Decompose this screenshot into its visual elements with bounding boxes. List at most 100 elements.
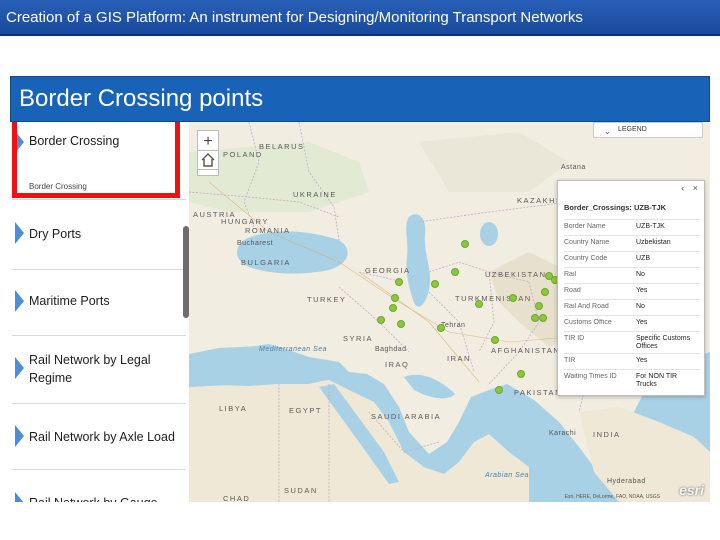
popup-row: TIR ID Specific Customs Offices bbox=[564, 331, 700, 353]
map-label-astana: Astana bbox=[561, 164, 586, 171]
map-label-hungary: HUNGARY bbox=[221, 217, 269, 226]
popup-value: Yes bbox=[636, 319, 648, 326]
layer-label: Rail Network by Axle Load bbox=[29, 430, 175, 444]
popup-row: Border Name UZB-TJK bbox=[564, 219, 700, 235]
popup-key: Rail bbox=[564, 271, 577, 278]
border-crossing-point[interactable] bbox=[509, 294, 517, 302]
popup-row: TIR Yes bbox=[564, 353, 700, 369]
map-label-turkmenistan: TURKMENISTAN bbox=[455, 294, 532, 303]
feature-popup: ‹ × Border_Crossings: UZB-TJK Border Nam… bbox=[557, 180, 705, 396]
chevron-down-icon: ⌄ bbox=[604, 127, 611, 136]
border-crossing-point[interactable] bbox=[391, 294, 399, 302]
border-crossing-point[interactable] bbox=[541, 288, 549, 296]
border-crossing-point[interactable] bbox=[495, 386, 503, 394]
border-crossing-point[interactable] bbox=[397, 320, 405, 328]
layer-item-dry-ports[interactable]: Dry Ports bbox=[12, 200, 186, 270]
border-crossing-point[interactable] bbox=[395, 278, 403, 286]
popup-row: Country Name Uzbekistan bbox=[564, 235, 700, 251]
map-label-uzbekistan: UZBEKISTAN bbox=[485, 270, 547, 279]
popup-value: Yes bbox=[636, 287, 648, 294]
map-label-iraq: IRAQ bbox=[385, 360, 410, 369]
map-label-karachi: Karachi bbox=[549, 430, 577, 437]
map-label-bulgaria: BULGARIA bbox=[241, 258, 291, 267]
map-attribution: Esri, HERE, DeLorme, FAO, NOAA, USGS bbox=[564, 494, 660, 500]
layer-sublabel: Border Crossing bbox=[29, 182, 87, 191]
border-crossing-point[interactable] bbox=[451, 268, 459, 276]
map-label-georgia: GEORGIA bbox=[365, 266, 411, 275]
layer-label: Border Crossing bbox=[29, 134, 120, 148]
legend-label: LEGEND bbox=[618, 126, 647, 133]
border-crossing-point[interactable] bbox=[377, 316, 385, 324]
border-crossing-point[interactable] bbox=[517, 370, 525, 378]
map-view[interactable]: BELARUS POLAND UKRAINE AUSTRIA HUNGARY R… bbox=[189, 122, 710, 502]
map-label-syria: SYRIA bbox=[343, 334, 374, 343]
map-label-hyderabad: Hyderabad bbox=[607, 478, 646, 485]
layer-label: Rail Network by Legal Regime bbox=[29, 353, 151, 385]
map-label-baghdad: Baghdad bbox=[375, 346, 407, 353]
border-crossing-point[interactable] bbox=[539, 314, 547, 322]
map-label-egypt: EGYPT bbox=[289, 406, 322, 415]
border-crossing-point[interactable] bbox=[475, 300, 483, 308]
popup-row: Road Yes bbox=[564, 283, 700, 299]
map-label-poland: POLAND bbox=[223, 150, 263, 159]
map-label-romania: ROMANIA bbox=[245, 226, 291, 235]
popup-row: Rail And Road No bbox=[564, 299, 700, 315]
border-crossing-point[interactable] bbox=[431, 280, 439, 288]
layer-item-rail-legal-regime[interactable]: Rail Network by Legal Regime bbox=[12, 336, 186, 404]
popup-row: Customs Office Yes bbox=[564, 315, 700, 331]
popup-key: TIR ID bbox=[564, 335, 585, 342]
map-label-saudi-arabia: SAUDI ARABIA bbox=[371, 412, 442, 421]
map-label-arabian-sea: Arabian Sea bbox=[485, 472, 530, 479]
popup-row: Country Code UZB bbox=[564, 251, 700, 267]
popup-title: Border_Crossings: UZB-TJK bbox=[564, 203, 667, 212]
expand-arrow-icon bbox=[15, 131, 24, 153]
section-heading: Border Crossing points bbox=[10, 76, 710, 122]
border-crossing-point[interactable] bbox=[461, 240, 469, 248]
layer-label: Dry Ports bbox=[29, 227, 82, 241]
map-label-libya: LIBYA bbox=[219, 404, 248, 413]
popup-value: For NON TIR Trucks bbox=[636, 373, 678, 388]
popup-value: No bbox=[636, 303, 645, 310]
popup-key: Border Name bbox=[564, 223, 606, 230]
popup-key: TIR bbox=[564, 357, 576, 364]
popup-attribute-table: Border Name UZB-TJK Country Name Uzbekista… bbox=[564, 219, 700, 389]
map-label-ukraine: UKRAINE bbox=[293, 190, 337, 199]
map-label-bucharest: Bucharest bbox=[237, 240, 274, 247]
expand-arrow-icon bbox=[15, 222, 24, 244]
border-crossing-point[interactable] bbox=[535, 302, 543, 310]
layer-item-rail-gauge[interactable]: Rail Network by Gauge bbox=[12, 470, 186, 502]
map-label-pakistan: PAKISTAN bbox=[514, 388, 562, 397]
expand-arrow-icon bbox=[15, 290, 24, 312]
collapse-icon[interactable]: ‹ bbox=[681, 183, 684, 193]
layer-item-rail-axle-load[interactable]: Rail Network by Axle Load bbox=[12, 404, 186, 470]
border-crossing-point[interactable] bbox=[389, 304, 397, 312]
popup-key: Country Name bbox=[564, 239, 610, 246]
expand-arrow-icon bbox=[15, 425, 24, 447]
popup-value: No bbox=[636, 271, 645, 278]
map-label-turkey: TURKEY bbox=[307, 295, 347, 304]
popup-value: Yes bbox=[636, 357, 648, 364]
layer-label: Rail Network by Gauge bbox=[29, 494, 158, 502]
popup-value: UZB bbox=[636, 255, 650, 262]
border-crossing-point[interactable] bbox=[437, 324, 445, 332]
border-crossing-point[interactable] bbox=[531, 314, 539, 322]
layer-list: Border Crossing Border Crossing Dry Port… bbox=[12, 122, 186, 502]
popup-row: Rail No bbox=[564, 267, 700, 283]
home-icon bbox=[201, 153, 215, 167]
popup-controls: ‹ × bbox=[675, 183, 698, 193]
map-label-india: INDIA bbox=[593, 430, 621, 439]
popup-value: UZB-TJK bbox=[636, 223, 665, 230]
legend-button[interactable]: ⌄ LEGEND bbox=[593, 122, 703, 138]
popup-key: Rail And Road bbox=[564, 303, 609, 310]
layer-item-maritime-ports[interactable]: Maritime Ports bbox=[12, 270, 186, 336]
popup-key: Customs Office bbox=[564, 319, 612, 326]
slide-title: Creation of a GIS Platform: An instrumen… bbox=[0, 0, 720, 36]
expand-arrow-icon bbox=[15, 357, 24, 379]
popup-value: Specific Customs Offices bbox=[636, 335, 691, 350]
border-crossing-point[interactable] bbox=[491, 336, 499, 344]
popup-value: Uzbekistan bbox=[636, 239, 671, 246]
layer-item-border-crossing[interactable]: Border Crossing Border Crossing bbox=[12, 122, 186, 200]
map-label-mediterranean: Mediterranean Sea bbox=[259, 346, 328, 353]
home-button[interactable] bbox=[197, 150, 219, 170]
close-icon[interactable]: × bbox=[693, 183, 698, 193]
